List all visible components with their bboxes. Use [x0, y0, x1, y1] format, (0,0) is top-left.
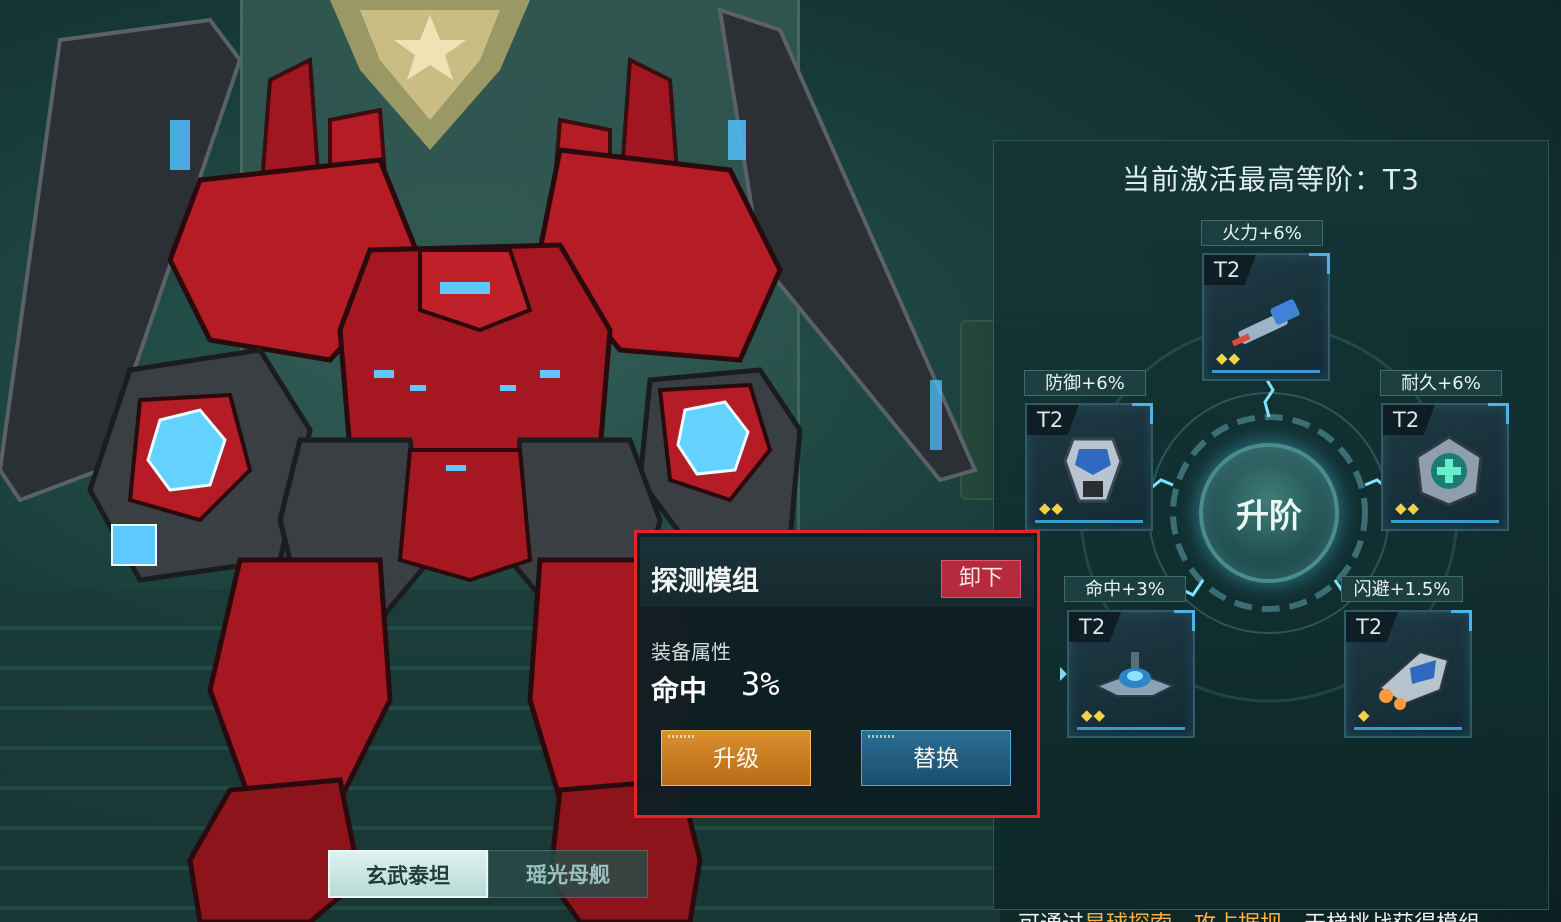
attribute-value: 3% — [741, 665, 780, 703]
upgrade-button[interactable]: 升级 — [661, 730, 811, 786]
star-rating: ◆◆ — [1216, 349, 1242, 367]
module-slot-firepower[interactable]: T2 ◆◆ — [1202, 253, 1330, 381]
module-slot-evasion[interactable]: T2 ◆ — [1344, 610, 1472, 738]
star-rating: ◆◆ — [1039, 499, 1065, 517]
bonus-label-evasion: 闪避+1.5% — [1341, 576, 1463, 602]
slot-bar — [1391, 520, 1499, 523]
module-slot-durability[interactable]: T2 ◆◆ — [1381, 403, 1509, 531]
gun-module-icon — [1231, 299, 1300, 347]
attribute-name: 命中 — [651, 674, 708, 707]
star-rating: ◆ — [1358, 706, 1371, 724]
advance-tier-button[interactable]: 升阶 — [1199, 443, 1339, 583]
repair-module-icon — [1415, 435, 1483, 507]
module-detail-popup: 探测模组 卸下 装备属性 命中 3% 升级 替换 — [634, 530, 1040, 818]
slot-bar — [1077, 727, 1185, 730]
bonus-label-firepower: 火力+6% — [1201, 220, 1323, 246]
bonus-label-durability: 耐久+6% — [1380, 370, 1502, 396]
slot-bar — [1354, 727, 1462, 730]
module-source-hint: 可通过星球探索、攻占据坝、天梯挑战获得模组 — [1018, 906, 1480, 922]
thruster-module-icon — [1378, 650, 1450, 710]
tab-yaoguang-mothership[interactable]: 瑶光母舰 — [488, 850, 648, 898]
module-slot-defense[interactable]: T2 ◆◆ — [1025, 403, 1153, 531]
module-slot-accuracy[interactable]: T2 ◆◆ — [1067, 610, 1195, 738]
expand-arrow-icon[interactable] — [1060, 667, 1067, 681]
star-rating: ◆◆ — [1395, 499, 1421, 517]
attribute-label: 装备属性 — [651, 640, 731, 664]
slot-bar — [1035, 520, 1143, 523]
star-rating: ◆◆ — [1081, 706, 1107, 724]
bonus-label-defense: 防御+6% — [1024, 370, 1146, 396]
bonus-label-accuracy: 命中+3% — [1064, 576, 1186, 602]
armor-module-icon — [1063, 437, 1123, 503]
unequip-button[interactable]: 卸下 — [941, 560, 1021, 598]
slot-bar — [1212, 370, 1320, 373]
replace-button[interactable]: 替换 — [861, 730, 1011, 786]
detection-module-icon — [1094, 652, 1176, 697]
tab-xuanwu-titan[interactable]: 玄武泰坦 — [328, 850, 488, 898]
popup-title: 探测模组 — [651, 566, 759, 597]
